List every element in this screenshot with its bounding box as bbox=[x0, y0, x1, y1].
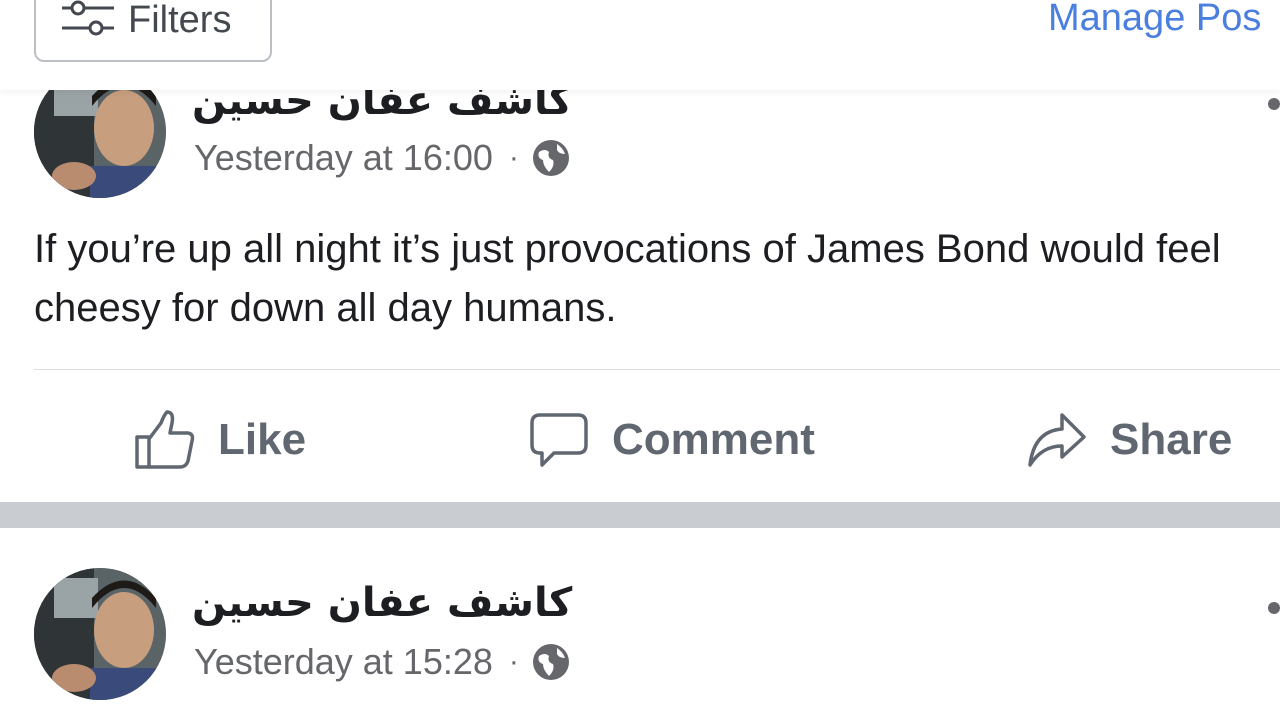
thumbs-up-icon bbox=[135, 410, 195, 469]
filters-label: Filters bbox=[128, 0, 232, 41]
manage-posts-link[interactable]: Manage Pos bbox=[1048, 0, 1261, 39]
post-options-icon[interactable] bbox=[1268, 602, 1280, 614]
meta-separator: · bbox=[508, 645, 519, 678]
like-label: Like bbox=[218, 415, 307, 464]
post-text: If you’re up all night it’s just provoca… bbox=[34, 227, 1221, 330]
like-button[interactable]: Like bbox=[134, 402, 306, 478]
post-card: كاشف عفان حسين Yesterday at 15:28 · bbox=[0, 528, 1280, 720]
share-icon bbox=[1028, 413, 1086, 467]
meta-separator: · bbox=[508, 141, 519, 174]
post-options-icon[interactable] bbox=[1268, 98, 1280, 110]
filters-icon bbox=[62, 0, 114, 36]
profile-photo bbox=[34, 568, 166, 700]
post-card: كاشف عفان حسين Yesterday at 16:00 · If y… bbox=[0, 60, 1280, 502]
post-meta: Yesterday at 15:28 · bbox=[194, 642, 571, 682]
filters-button[interactable]: Filters bbox=[34, 0, 272, 62]
share-button[interactable]: Share bbox=[1026, 402, 1232, 478]
feed-separator bbox=[0, 502, 1280, 528]
post-author-name[interactable]: كاشف عفان حسين bbox=[192, 580, 572, 626]
globe-icon bbox=[532, 644, 569, 680]
globe-icon bbox=[532, 140, 569, 176]
post-timestamp[interactable]: Yesterday at 15:28 bbox=[194, 642, 493, 682]
comment-icon bbox=[530, 413, 588, 467]
share-label: Share bbox=[1110, 415, 1233, 464]
avatar[interactable] bbox=[34, 568, 166, 700]
divider bbox=[34, 369, 1280, 370]
comment-button[interactable]: Comment bbox=[528, 402, 815, 478]
comment-label: Comment bbox=[612, 415, 815, 464]
post-timestamp[interactable]: Yesterday at 16:00 bbox=[194, 138, 493, 178]
top-toolbar: Filters Manage Pos bbox=[0, 0, 1280, 90]
post-meta: Yesterday at 16:00 · bbox=[194, 138, 571, 178]
